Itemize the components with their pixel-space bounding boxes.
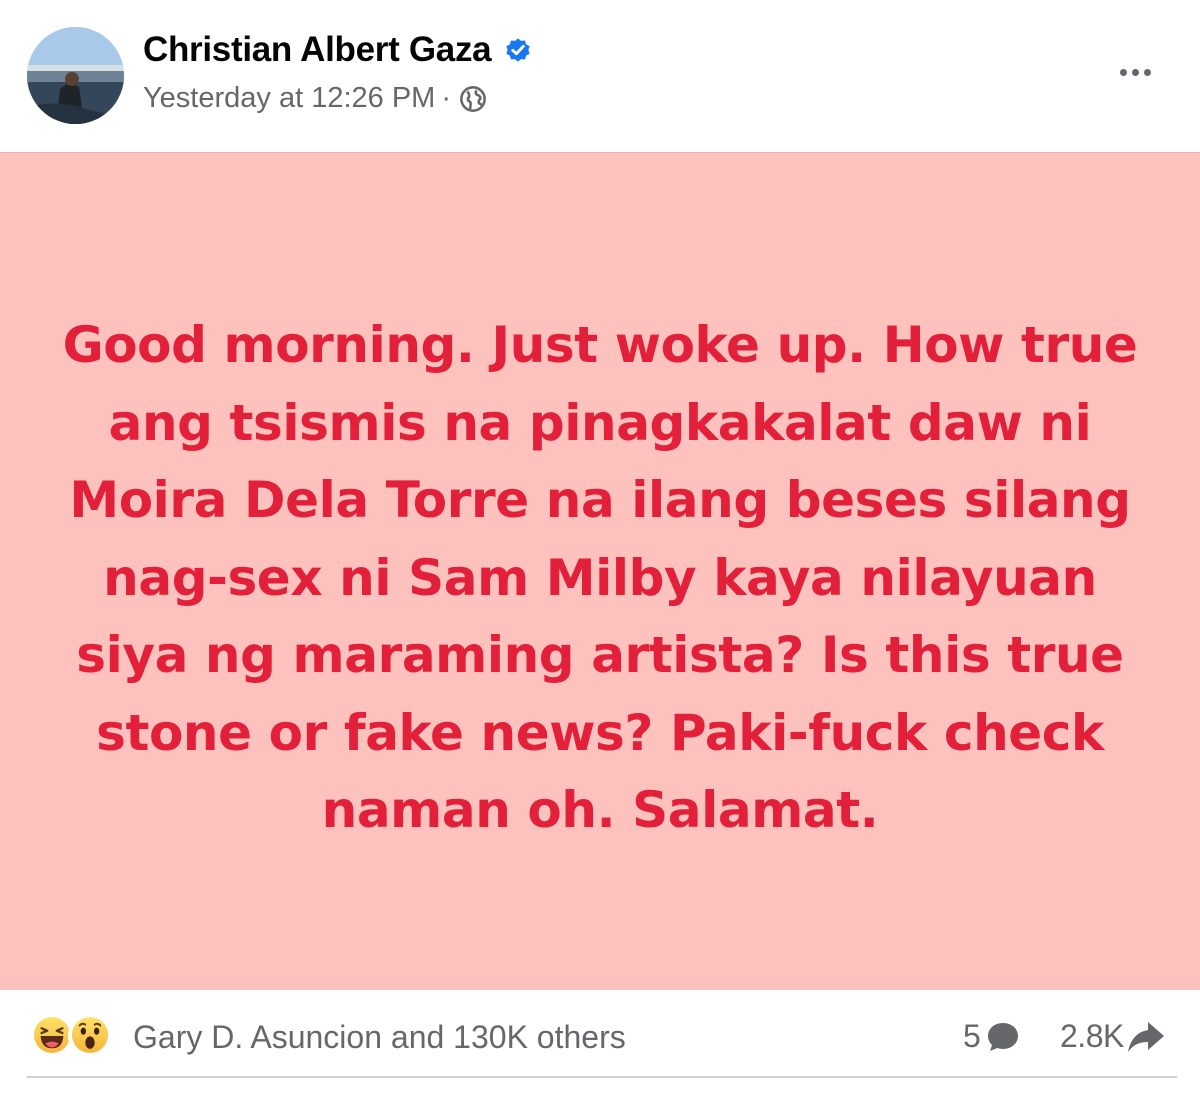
post-body: Good morning. Just woke up. How true ang… <box>0 152 1200 990</box>
comment-count-value: 5 <box>963 1018 981 1054</box>
post-header: Christian Albert Gaza Yesterday at 12:26… <box>0 0 1200 152</box>
verified-badge-icon <box>506 38 530 62</box>
share-count[interactable]: 2.8K <box>1060 1018 1166 1055</box>
share-count-value: 2.8K <box>1060 1018 1124 1054</box>
more-options-dot <box>1143 68 1151 76</box>
reaction-icons[interactable] <box>30 1012 112 1058</box>
post-text: Good morning. Just woke up. How true ang… <box>62 316 1138 839</box>
more-options-button[interactable] <box>1105 52 1165 92</box>
globe-icon[interactable] <box>459 85 487 113</box>
reaction-summary[interactable]: Gary D. Asuncion and 130K others <box>133 1019 626 1056</box>
comment-icon <box>987 1022 1018 1051</box>
post-meta: Yesterday at 12:26 PM · <box>143 82 487 115</box>
more-options-dot <box>1119 68 1127 76</box>
comment-count[interactable]: 5 <box>963 1018 1021 1055</box>
post-timestamp[interactable]: Yesterday at 12:26 PM <box>143 82 435 115</box>
footer-divider <box>27 1076 1177 1078</box>
meta-separator: · <box>441 82 452 114</box>
author-avatar[interactable] <box>27 27 124 124</box>
wow-reaction-icon <box>68 1013 112 1057</box>
share-icon <box>1127 1021 1164 1052</box>
post-footer: Gary D. Asuncion and 130K others 5 2.8K <box>0 990 1200 1098</box>
author-name[interactable]: Christian Albert Gaza <box>143 30 492 70</box>
more-options-dot <box>1131 68 1139 76</box>
